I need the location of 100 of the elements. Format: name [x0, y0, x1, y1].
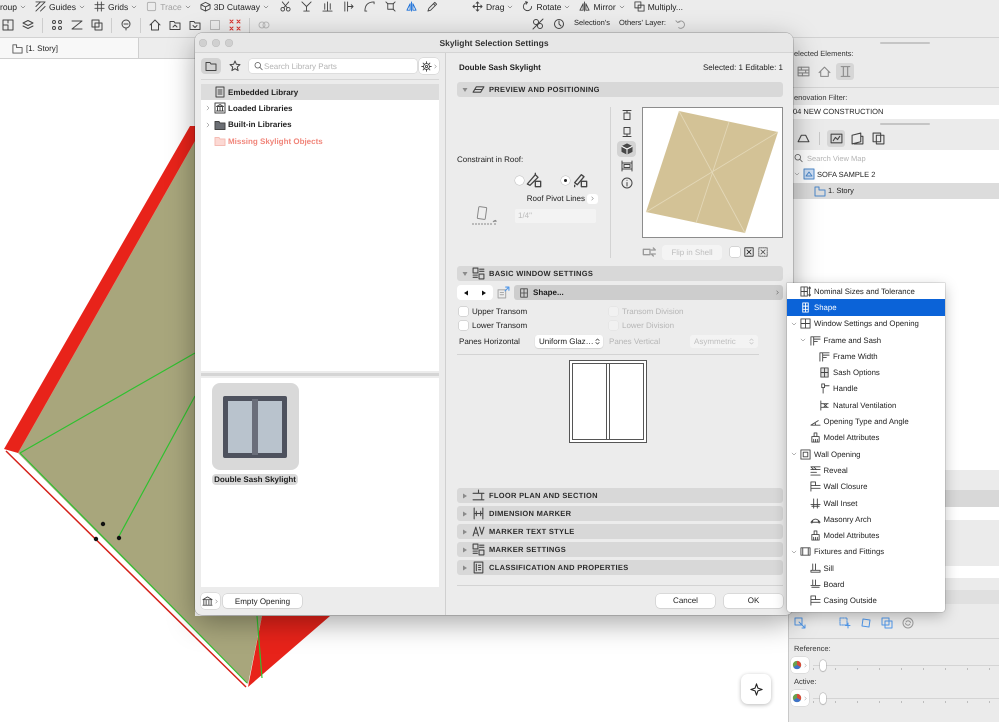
- empty-opening-button[interactable]: Empty Opening: [223, 594, 302, 608]
- wall-opening-icon: [800, 448, 811, 460]
- box-cross-icon: [744, 247, 754, 257]
- dialog-button[interactable]: OK: [724, 594, 783, 608]
- top-view-icon: [620, 109, 632, 121]
- panes-dropdown[interactable]: Uniform Glaz…: [535, 334, 603, 348]
- element-type-button[interactable]: [836, 62, 854, 80]
- arc-icon[interactable]: [364, 1, 375, 12]
- assistant-button[interactable]: [741, 674, 771, 704]
- dots-icon[interactable]: [51, 19, 63, 31]
- overlapping-squares-icon[interactable]: [91, 19, 103, 31]
- grid-icon: [800, 302, 811, 313]
- object-name: Double Sash Skylight: [459, 63, 541, 72]
- building-icon: [214, 102, 226, 114]
- pencil-icon[interactable]: [427, 1, 438, 12]
- tool-dropdown-button[interactable]: Multiply...: [634, 1, 683, 12]
- plan-section-icon: [472, 489, 485, 502]
- folder-down-icon[interactable]: [189, 19, 201, 31]
- tool-dropdown-button[interactable]: Grids: [94, 1, 138, 12]
- layers-icon[interactable]: [22, 19, 34, 31]
- trapezoid-icon: [796, 132, 810, 144]
- rotate-icon: [522, 1, 534, 12]
- view-map-mode-button[interactable]: [827, 130, 845, 146]
- home-icon[interactable]: [149, 19, 161, 31]
- grids-icon: [94, 1, 105, 12]
- floor-plan-icon[interactable]: [2, 19, 14, 31]
- clock-icon[interactable]: [553, 18, 565, 30]
- info-icon: [620, 177, 632, 189]
- tool-dropdown-button[interactable]: Guides: [35, 1, 85, 12]
- caret-icon: [803, 662, 808, 668]
- sheet-icon: [850, 132, 864, 144]
- library-view-tab[interactable]: [201, 58, 221, 74]
- pin-icon[interactable]: [120, 19, 132, 31]
- checkbox[interactable]: [459, 306, 468, 316]
- floor-plan-icon: [12, 42, 23, 54]
- diagonal-lines-icon: [35, 1, 46, 12]
- refresh-icon[interactable]: [902, 617, 914, 629]
- crosses-icon[interactable]: [229, 19, 241, 31]
- library-folder-item[interactable]: Embedded Library: [201, 84, 439, 100]
- color-palette-button[interactable]: [791, 657, 809, 673]
- dialog-button[interactable]: Cancel: [656, 594, 715, 608]
- search-icon: [254, 62, 263, 70]
- tool-dropdown-button[interactable]: 3D Cutaway: [200, 1, 269, 12]
- panes-label: Panes Horizontal: [459, 336, 521, 346]
- radio-button[interactable]: [561, 176, 570, 184]
- resize-handle[interactable]: [880, 123, 930, 125]
- building-icon: [202, 596, 213, 606]
- caret-icon: [507, 4, 514, 10]
- document-arrow-icon[interactable]: [497, 286, 510, 299]
- tool-dropdown-button[interactable]: Rotate: [522, 1, 570, 12]
- tool-dropdown-button[interactable]: Mirror: [579, 1, 625, 12]
- color-palette-button[interactable]: [791, 690, 809, 706]
- star-icon: [229, 60, 241, 72]
- caret-icon: [564, 4, 570, 10]
- resize-handle[interactable]: [880, 42, 930, 44]
- roof-offset-icon: [471, 205, 499, 227]
- zigzag-icon[interactable]: [71, 19, 83, 31]
- checkbox[interactable]: [730, 247, 740, 257]
- slider-thumb[interactable]: [820, 692, 826, 704]
- slider-thumb[interactable]: [820, 660, 826, 670]
- vertex-marker-icon: [100, 522, 106, 526]
- bars-icon[interactable]: [322, 1, 333, 12]
- overlapping-squares-icon: [634, 1, 645, 12]
- tool-dropdown-button[interactable]: roup: [0, 2, 26, 12]
- library-manager-button[interactable]: [201, 593, 220, 609]
- brush-icon: [810, 530, 820, 542]
- view-tab[interactable]: [1. Story]: [0, 38, 139, 58]
- caret-icon: [263, 4, 269, 10]
- mirror-icon[interactable]: [406, 1, 417, 12]
- offset-icon[interactable]: [343, 1, 354, 12]
- caret-icon: [803, 696, 808, 700]
- dashed-square-plus-icon[interactable]: [839, 617, 851, 629]
- preview-mode-button[interactable]: [617, 141, 636, 157]
- caret-icon: [432, 64, 438, 68]
- pivot-lines-label: Roof Pivot Lines: [526, 194, 585, 203]
- crop-icon[interactable]: [385, 1, 396, 12]
- front-view-icon: [620, 160, 632, 172]
- split-icon[interactable]: [301, 1, 312, 12]
- caret-icon: [131, 4, 138, 10]
- scissors-icon[interactable]: [280, 1, 291, 12]
- radio-button[interactable]: [515, 176, 524, 184]
- settings-button[interactable]: [419, 58, 439, 74]
- previous-icon: [463, 290, 469, 296]
- library-search-field[interactable]: Search Library Parts: [249, 59, 417, 73]
- undo-icon[interactable]: [674, 18, 686, 29]
- bottom-view-icon: [620, 126, 632, 138]
- angle-lock-icon: [526, 172, 542, 188]
- circles-slash-icon[interactable]: [532, 18, 544, 30]
- square-arrow-icon[interactable]: [794, 617, 806, 629]
- page-selector[interactable]: Shape...: [514, 285, 783, 300]
- folder-up-icon[interactable]: [169, 19, 181, 31]
- library-folder-item[interactable]: Loaded Libraries: [201, 100, 439, 117]
- tool-dropdown-button[interactable]: Drag: [472, 1, 514, 12]
- mirror-icon: [579, 1, 590, 12]
- library-folder-item[interactable]: Built-in Libraries: [201, 116, 439, 133]
- overlapping-squares-icon: [872, 132, 884, 144]
- cube-icon: [200, 1, 211, 12]
- project-icon: [803, 168, 815, 180]
- updown-icon: [748, 338, 755, 344]
- checkbox[interactable]: [459, 320, 468, 330]
